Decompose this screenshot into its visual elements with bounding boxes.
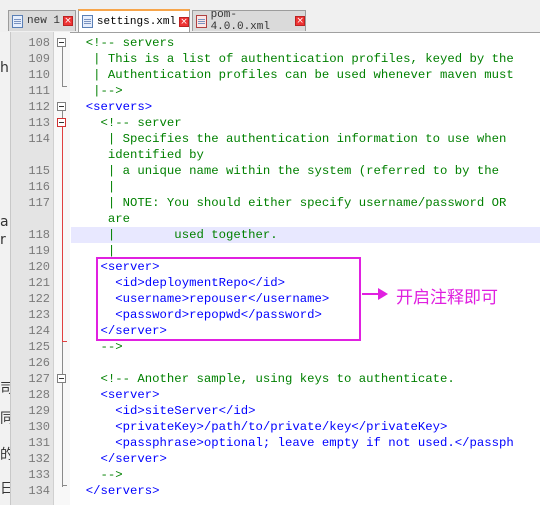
edge-glyph: 的 — [0, 444, 10, 464]
tab-label: pom-4.0.0.xml — [210, 9, 270, 33]
line-number: 131 — [28, 436, 50, 450]
code-line[interactable]: | Authentication profiles can be used wh… — [71, 67, 540, 83]
tab-label: new 1 — [27, 15, 61, 27]
line-number: 122 — [28, 292, 50, 306]
code-line[interactable]: identified by — [71, 147, 540, 163]
line-number-gutter: 108 109 110 111 112 113 114 115 116 117 118 119 120 1… — [11, 32, 54, 505]
line-number: 130 — [28, 420, 50, 434]
code-line[interactable]: <servers> — [71, 99, 540, 115]
fold-toggle-icon[interactable] — [57, 102, 66, 111]
line-number: 116 — [28, 180, 50, 194]
tab-settings-xml[interactable]: settings.xml × — [78, 9, 190, 32]
file-icon — [12, 14, 23, 28]
code-line[interactable]: --> — [71, 339, 540, 355]
tab-label: settings.xml — [96, 15, 177, 28]
line-number: 112 — [28, 100, 50, 114]
code-line[interactable]: | — [71, 179, 540, 195]
line-number: 120 — [28, 260, 50, 274]
code-line[interactable]: --> — [71, 467, 540, 483]
line-number: 110 — [28, 68, 50, 82]
close-icon[interactable]: × — [63, 16, 74, 26]
line-number: 117 — [28, 196, 50, 210]
line-number: 113 — [28, 116, 50, 130]
code-line[interactable] — [71, 355, 540, 371]
line-number: 124 — [28, 324, 50, 338]
line-number: 128 — [28, 388, 50, 402]
line-number: 123 — [28, 308, 50, 322]
background-window-edge: h a r 司 同 的 日 — [0, 32, 11, 505]
edge-glyph: 司 — [0, 378, 10, 398]
code-line[interactable]: | Specifies the authentication informati… — [71, 131, 540, 147]
code-line[interactable]: <server> — [71, 387, 540, 403]
code-line[interactable]: <!-- server — [71, 115, 540, 131]
line-number: 115 — [28, 164, 50, 178]
annotation-text: 开启注释即可 — [396, 288, 498, 308]
edge-glyph: r — [0, 232, 6, 248]
close-icon[interactable]: × — [179, 16, 189, 27]
tab-new-1[interactable]: new 1 × — [8, 10, 76, 31]
fold-toggle-icon[interactable] — [57, 118, 66, 127]
code-line[interactable]: | a unique name within the system (refer… — [71, 163, 540, 179]
line-number: 126 — [28, 356, 50, 370]
code-line[interactable]: | This is a list of authentication profi… — [71, 51, 540, 67]
fold-margin — [54, 32, 70, 505]
file-icon — [196, 14, 207, 28]
line-number: 127 — [28, 372, 50, 386]
line-number: 108 — [28, 36, 50, 50]
code-line[interactable]: <id>siteServer</id> — [71, 403, 540, 419]
edge-glyph: 日 — [0, 478, 10, 498]
code-line[interactable]: | NOTE: You should either specify userna… — [71, 195, 540, 211]
code-line[interactable]: are — [71, 211, 540, 227]
line-number: 111 — [28, 84, 50, 98]
code-line[interactable]: <passphrase>optional; leave empty if not… — [71, 435, 540, 451]
annotation-highlight-box — [96, 257, 361, 341]
code-line[interactable]: |--> — [71, 83, 540, 99]
line-number: 114 — [28, 132, 50, 146]
close-icon[interactable]: × — [295, 16, 305, 26]
line-number: 119 — [28, 244, 50, 258]
line-number: 132 — [28, 452, 50, 466]
edge-glyph: h — [0, 60, 9, 76]
code-line[interactable]: <privateKey>/path/to/private/key</privat… — [71, 419, 540, 435]
code-line[interactable]: </servers> — [71, 483, 540, 499]
code-line[interactable]: <!-- Another sample, using keys to authe… — [71, 371, 540, 387]
line-number: 109 — [28, 52, 50, 66]
code-line[interactable]: | used together. — [71, 227, 540, 243]
code-line[interactable]: </server> — [71, 451, 540, 467]
tab-pom-xml[interactable]: pom-4.0.0.xml × — [192, 9, 306, 33]
line-number: 129 — [28, 404, 50, 418]
edge-glyph: 同 — [0, 408, 10, 428]
tab-bar: new 1 × settings.xml × pom-4.0.0.xml × — [0, 0, 540, 33]
fold-toggle-icon[interactable] — [57, 374, 66, 383]
file-icon — [82, 15, 93, 28]
code-line[interactable]: <!-- servers — [71, 35, 540, 51]
line-number: 125 — [28, 340, 50, 354]
fold-toggle-icon[interactable] — [57, 38, 66, 47]
edge-glyph: a — [0, 214, 9, 230]
line-number: 134 — [28, 484, 50, 498]
line-number: 133 — [28, 468, 50, 482]
line-number: 121 — [28, 276, 50, 290]
arrow-head-icon — [378, 288, 388, 300]
line-number: 118 — [28, 228, 50, 242]
